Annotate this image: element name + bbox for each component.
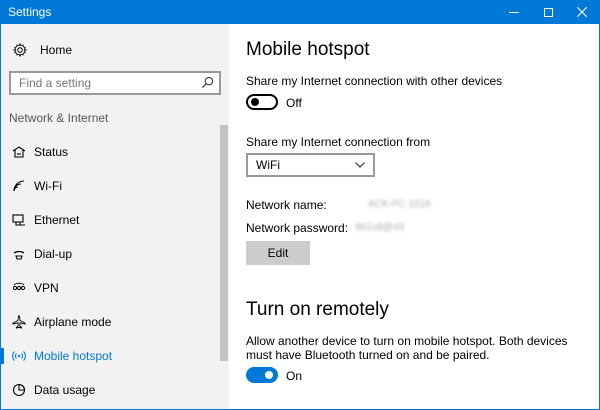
section-label: Network & Internet <box>9 111 109 125</box>
toggle-knob <box>251 98 259 106</box>
search-icon <box>201 76 214 89</box>
minimize-button[interactable] <box>497 0 531 24</box>
remote-toggle-state: On <box>286 369 303 383</box>
share-from-label: Share my Internet connection from <box>246 135 431 149</box>
toggle-knob <box>265 371 273 379</box>
share-toggle-state: Off <box>286 96 302 110</box>
remote-section-title: Turn on remotely <box>246 299 389 320</box>
sidebar-item-label: Ethernet <box>34 213 80 227</box>
home-label: Home <box>40 43 73 57</box>
sidebar-scrollbar[interactable] <box>220 125 228 361</box>
sidebar-item-label: VPN <box>34 281 59 295</box>
vpn-icon <box>12 282 26 291</box>
close-icon <box>577 7 587 17</box>
airplane-icon <box>12 315 26 329</box>
sidebar-item-wifi[interactable]: Wi-Fi <box>1 170 221 202</box>
title-bar: Settings <box>0 0 600 24</box>
sidebar-item-label: Data usage <box>34 383 96 397</box>
gear-icon <box>13 43 27 57</box>
sidebar-item-status[interactable]: Status <box>1 136 221 168</box>
sidebar-item-dialup[interactable]: Dial-up <box>1 238 221 270</box>
sidebar-item-data-usage[interactable]: Data usage <box>1 374 221 406</box>
dialup-icon <box>13 250 25 260</box>
share-connection-label: Share my Internet connection with other … <box>246 74 503 88</box>
remote-description-line2: must have Bluetooth turned on and be pai… <box>246 348 490 362</box>
status-icon <box>12 146 26 158</box>
hotspot-icon <box>12 351 26 361</box>
home-link[interactable]: Home <box>13 42 72 58</box>
edit-button[interactable]: Edit <box>246 241 310 265</box>
sidebar-item-airplane-mode[interactable]: Airplane mode <box>1 306 221 338</box>
chevron-down-icon <box>355 162 365 168</box>
search-placeholder: Find a setting <box>19 76 92 90</box>
data-usage-icon <box>12 383 26 397</box>
sidebar-item-ethernet[interactable]: Ethernet <box>1 204 221 236</box>
search-input[interactable]: Find a setting <box>9 71 221 95</box>
sidebar-item-label: Mobile hotspot <box>34 349 113 363</box>
maximize-button[interactable] <box>531 0 565 24</box>
wifi-icon <box>13 180 25 192</box>
ethernet-icon <box>12 214 25 226</box>
sidebar-item-label: Status <box>34 145 69 159</box>
remote-description-line1: Allow another device to turn on mobile h… <box>246 334 568 348</box>
remote-toggle[interactable] <box>246 367 278 383</box>
maximize-icon <box>543 7 553 17</box>
sidebar-item-label: Wi-Fi <box>34 179 62 193</box>
sidebar: Home Find a setting Network & Internet S… <box>1 24 229 409</box>
minimize-icon <box>509 11 519 13</box>
sidebar-item-label: Dial-up <box>34 247 73 261</box>
network-name-value: ACK-PC 1518 <box>368 199 431 210</box>
share-connection-toggle[interactable] <box>246 94 278 110</box>
window-title: Settings <box>8 5 52 19</box>
page-title: Mobile hotspot <box>246 39 370 60</box>
sidebar-item-mobile-hotspot[interactable]: Mobile hotspot <box>1 340 221 372</box>
close-button[interactable] <box>565 0 599 24</box>
network-password-value: 961u8@43 <box>355 222 405 233</box>
share-from-dropdown[interactable]: WiFi <box>246 153 375 177</box>
main-content: Mobile hotspot Share my Internet connect… <box>246 24 586 409</box>
sidebar-item-label: Airplane mode <box>34 315 112 329</box>
network-name-label: Network name: <box>246 198 327 212</box>
share-from-value: WiFi <box>256 158 280 172</box>
network-password-label: Network password: <box>246 221 349 235</box>
sidebar-item-vpn[interactable]: VPN <box>1 272 221 304</box>
